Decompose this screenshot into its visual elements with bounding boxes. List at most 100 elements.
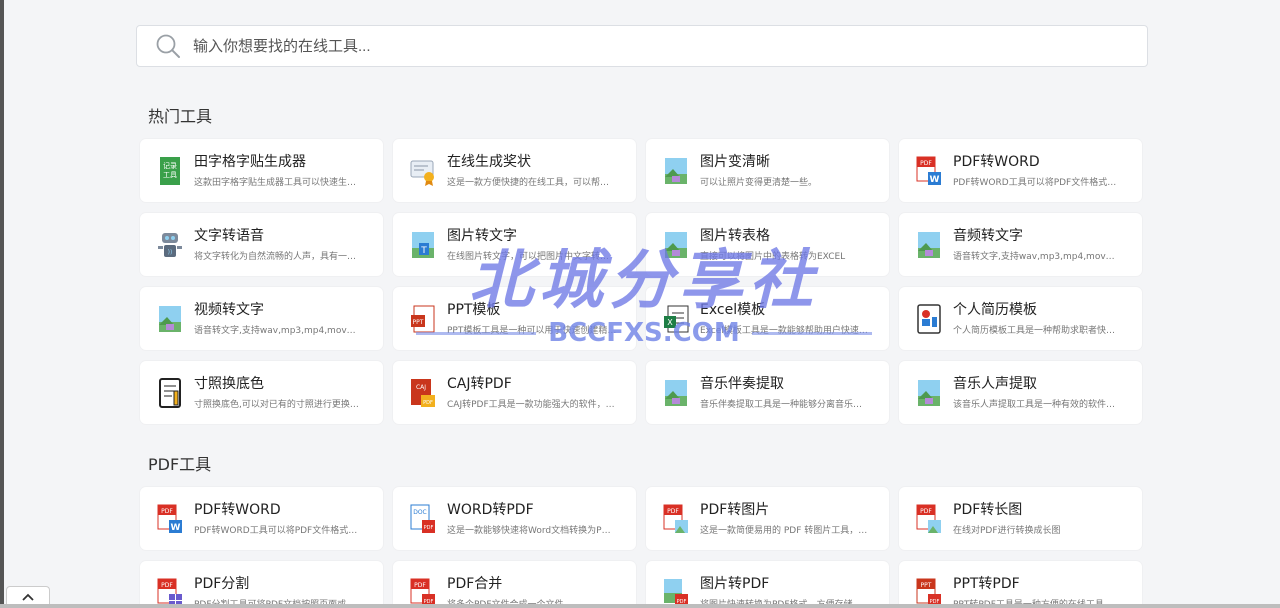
tool-card[interactable]: PDF PDF转图片这是一款简便易用的 PDF 转图片工具，能够... xyxy=(646,487,889,550)
pdf-tools-grid: PDF W PDF转WORD PDF转WORD工具可以将PDF文件格式转化... DOC… xyxy=(140,487,1144,608)
tool-description: PDF转WORD工具可以将PDF文件格式转化... xyxy=(194,526,364,536)
svg-text:PDF: PDF xyxy=(920,160,932,167)
tool-card[interactable]: 寸照换底色 寸照换底色,可以对已有的寸照进行更换底色。 xyxy=(140,361,383,424)
svg-text:PPT: PPT xyxy=(413,319,424,326)
search-bar[interactable] xyxy=(136,25,1148,67)
svg-text:)): )) xyxy=(168,249,173,256)
svg-text:W: W xyxy=(171,523,181,533)
tool-title: 图片转文字 xyxy=(447,228,517,244)
tool-title: 音乐伴奏提取 xyxy=(700,376,784,392)
tool-description: 可以让照片变得更清楚一些。 xyxy=(700,178,818,188)
svg-text:记录: 记录 xyxy=(163,162,177,170)
tool-card[interactable]: CAJ PDF CAJ转PDF CAJ转PDF工具是一款功能强大的软件，可以... xyxy=(393,361,636,424)
image-icon xyxy=(156,303,184,335)
tool-title: Excel模板 xyxy=(700,302,766,318)
tool-title: 音乐人声提取 xyxy=(953,376,1037,392)
tool-card[interactable]: 个人简历模板个人简历模板工具是一种帮助求职者快速创... xyxy=(899,287,1142,350)
tool-card-text: PPT模板 PPT模板工具是一种可以用于快速创建精美的演... xyxy=(447,301,632,336)
tool-card[interactable]: 图片转表格直接可以将图片中的表格转为EXCEL xyxy=(646,213,889,276)
search-input[interactable] xyxy=(193,31,1093,61)
pdf-to-image-icon: PDF xyxy=(915,503,943,535)
tool-card-text: 田字格字贴生成器 这款田字格字贴生成器工具可以快速生成定... xyxy=(194,153,379,188)
tool-title: PPT转PDF xyxy=(953,576,1020,592)
svg-text:T: T xyxy=(420,246,427,256)
tool-card[interactable]: PDF W PDF转WORD PDF转WORD工具可以将PDF文件格式转化... xyxy=(899,139,1142,202)
tool-title: 个人简历模板 xyxy=(953,302,1037,318)
tool-card-text: 图片转文字在线图片转文字，可以把图片中文字转文本... xyxy=(447,227,632,262)
tool-card[interactable]: 图片变清晰可以让照片变得更清楚一些。 xyxy=(646,139,889,202)
tool-title: PPT模板 xyxy=(447,302,501,318)
tool-card[interactable]: 音乐伴奏提取音乐伴奏提取工具是一种能够分离音乐声和... xyxy=(646,361,889,424)
tool-card[interactable]: X Excel模板 Excel模板工具是一款能够帮助用户快速创建... xyxy=(646,287,889,350)
tool-description: 这是一款能够快速将Word文档转换为PDF格... xyxy=(447,526,617,536)
svg-text:W: W xyxy=(930,175,940,185)
tool-description: 在线对PDF进行转换成长图 xyxy=(953,526,1061,536)
tool-description: 个人简历模板工具是一种帮助求职者快速创... xyxy=(953,326,1123,336)
tool-description: 语音转文字,支持wav,mp3,mp4,mov格式中... xyxy=(953,252,1123,262)
tool-title: 图片转表格 xyxy=(700,228,770,244)
tool-card-text: 个人简历模板个人简历模板工具是一种帮助求职者快速创... xyxy=(953,301,1138,336)
tool-description: 这款田字格字贴生成器工具可以快速生成定... xyxy=(194,178,364,188)
tool-card[interactable]: 记录 工具 田字格字贴生成器 这款田字格字贴生成器工具可以快速生成定... xyxy=(140,139,383,202)
tool-card[interactable]: PDFPDF分割PDF分割工具可将PDF文档按照页面或书签分... xyxy=(140,561,383,608)
tool-description: Excel模板工具是一款能够帮助用户快速创建... xyxy=(700,326,870,336)
tool-card-text: 音频转文字语音转文字,支持wav,mp3,mp4,mov格式中... xyxy=(953,227,1138,262)
tool-description: 寸照换底色,可以对已有的寸照进行更换底色。 xyxy=(194,400,364,410)
tool-card[interactable]: )) 文字转语音 将文字转化为自然流畅的人声，具有一定的... xyxy=(140,213,383,276)
tool-card-text: PDF转图片这是一款简便易用的 PDF 转图片工具，能够... xyxy=(700,501,885,536)
resume-icon xyxy=(915,303,943,335)
image-icon xyxy=(915,229,943,261)
tool-card[interactable]: T 图片转文字在线图片转文字，可以把图片中文字转文本... xyxy=(393,213,636,276)
tool-card[interactable]: 音乐人声提取 该音乐人声提取工具是一种有效的软件，可... xyxy=(899,361,1142,424)
tool-card[interactable]: 在线生成奖状 这是一款方便快捷的在线工具，可以帮助您... xyxy=(393,139,636,202)
robot-icon: )) xyxy=(156,229,184,261)
svg-text:PDF: PDF xyxy=(920,508,932,515)
image-icon xyxy=(662,229,690,261)
tool-card[interactable]: PPT PPT模板 PPT模板工具是一种可以用于快速创建精美的演... xyxy=(393,287,636,350)
tool-title: 图片变清晰 xyxy=(700,154,770,170)
tool-description: 直接可以将图片中的表格转为EXCEL xyxy=(700,252,846,262)
svg-text:PDF: PDF xyxy=(161,582,173,589)
tool-title: PDF转WORD xyxy=(953,154,1040,170)
tool-card-text: PDF转长图 在线对PDF进行转换成长图 xyxy=(953,501,1138,536)
caj-icon: CAJ PDF xyxy=(409,377,437,409)
tianzige-icon: 记录 工具 xyxy=(156,155,184,187)
tool-title: PDF转图片 xyxy=(700,502,770,518)
tool-card[interactable]: 音频转文字语音转文字,支持wav,mp3,mp4,mov格式中... xyxy=(899,213,1142,276)
tool-description: 语音转文字,支持wav,mp3,mp4,mov格式中... xyxy=(194,326,364,336)
tool-card[interactable]: 视频转文字 语音转文字,支持wav,mp3,mp4,mov格式中... xyxy=(140,287,383,350)
tool-card-text: PDF转WORD PDF转WORD工具可以将PDF文件格式转化... xyxy=(194,501,379,536)
tool-description: 在线图片转文字，可以把图片中文字转文本... xyxy=(447,252,617,262)
svg-text:PDF: PDF xyxy=(423,400,433,406)
section-title-hot-tools: 热门工具 xyxy=(148,107,213,126)
tool-card[interactable]: PDFPDFPDF合并将多个PDF文件合成一个文件 xyxy=(393,561,636,608)
image-text-icon: T xyxy=(409,229,437,261)
tool-title: PDF合并 xyxy=(447,576,503,592)
tool-card-text: PDF转WORD PDF转WORD工具可以将PDF文件格式转化... xyxy=(953,153,1138,188)
tool-description: 将文字转化为自然流畅的人声，具有一定的... xyxy=(194,252,364,262)
doc-to-pdf-icon: DOC PDF xyxy=(409,503,437,535)
notebook-icon xyxy=(156,377,184,409)
tool-description: 音乐伴奏提取工具是一种能够分离音乐声和... xyxy=(700,400,870,410)
tool-card[interactable]: PDF W PDF转WORD PDF转WORD工具可以将PDF文件格式转化... xyxy=(140,487,383,550)
tool-card-text: 寸照换底色 寸照换底色,可以对已有的寸照进行更换底色。 xyxy=(194,375,379,410)
image-icon xyxy=(915,377,943,409)
tool-description: 这是一款简便易用的 PDF 转图片工具，能够... xyxy=(700,526,870,536)
tool-title: 音频转文字 xyxy=(953,228,1023,244)
tool-card-text: CAJ转PDF CAJ转PDF工具是一款功能强大的软件，可以... xyxy=(447,375,632,410)
tool-description: CAJ转PDF工具是一款功能强大的软件，可以... xyxy=(447,400,617,410)
tool-title: WORD转PDF xyxy=(447,502,534,518)
tool-card[interactable]: PDF图片转PDF将图片快速转换为PDF格式，方便存储和共... xyxy=(646,561,889,608)
certificate-icon xyxy=(409,155,437,187)
svg-text:PDF: PDF xyxy=(667,508,679,515)
pdf-to-word-icon: PDF W xyxy=(915,155,943,187)
tool-title: PDF分割 xyxy=(194,576,250,592)
tool-card[interactable]: DOC PDF WORD转PDF 这是一款能够快速将Word文档转换为PDF格... xyxy=(393,487,636,550)
image-icon xyxy=(662,155,690,187)
tool-card-text: 在线生成奖状 这是一款方便快捷的在线工具，可以帮助您... xyxy=(447,153,632,188)
pdf-to-image-icon: PDF xyxy=(662,503,690,535)
tool-card[interactable]: PDF PDF转长图 在线对PDF进行转换成长图 xyxy=(899,487,1142,550)
tool-card[interactable]: PPTPDFPPT转PDFPPT转PDF工具是一种方便的在线工具，可以... xyxy=(899,561,1142,608)
horizontal-scrollbar[interactable] xyxy=(0,604,1280,608)
svg-text:工具: 工具 xyxy=(163,171,177,179)
